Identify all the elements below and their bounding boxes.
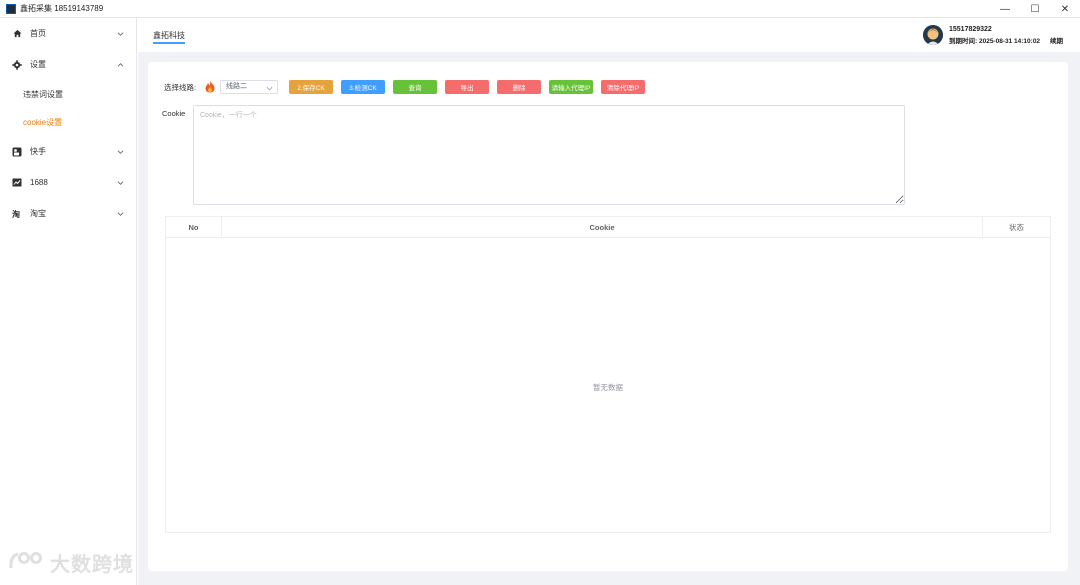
- line-select[interactable]: 线路二: [220, 80, 278, 94]
- window-controls: — ☐ ✕: [990, 0, 1080, 18]
- window-titlebar: 鑫拓采集 18519143789 — ☐ ✕: [0, 0, 1080, 18]
- chevron-down-icon: [117, 29, 124, 38]
- top-header: 鑫拓科技 15517829322 到期时间: 2025-08-31 14:10:…: [138, 18, 1080, 52]
- save-ck-button[interactable]: 2.保存CK: [289, 80, 333, 94]
- sidebar-subitem-cookie-settings[interactable]: cookie设置: [0, 108, 136, 136]
- query-button[interactable]: 查询: [393, 80, 437, 94]
- line-select-label: 选择线路:: [164, 83, 197, 92]
- input-proxy-ip-button[interactable]: 请输入代理IP: [549, 80, 593, 94]
- table-empty-text: 暂无数据: [593, 383, 623, 392]
- column-header-cookie: Cookie: [222, 217, 983, 238]
- chevron-down-icon: [117, 209, 124, 218]
- cookie-settings-card: 选择线路: 线路二 2.保存CK 3.检测CK 查询 导出 删除 请输入代理IP…: [148, 62, 1068, 571]
- expire-time: 到期时间: 2025-08-31 14:10:02: [949, 38, 1041, 45]
- avatar[interactable]: [923, 25, 943, 45]
- taobao-icon: 淘: [11, 210, 23, 218]
- home-icon: [11, 29, 23, 38]
- minimize-button[interactable]: —: [990, 0, 1020, 18]
- column-header-no: No: [166, 217, 222, 238]
- chevron-down-icon: [266, 84, 273, 96]
- main-area: 选择线路: 线路二 2.保存CK 3.检测CK 查询 导出 删除 请输入代理IP…: [138, 52, 1080, 585]
- window-title: 鑫拓采集 18519143789: [20, 4, 104, 13]
- maximize-button[interactable]: ☐: [1020, 0, 1050, 18]
- sidebar-item-taobao[interactable]: 淘 淘宝: [0, 198, 136, 229]
- close-button[interactable]: ✕: [1050, 0, 1080, 18]
- app-logo-icon: [6, 3, 16, 14]
- chevron-up-icon: [117, 60, 124, 69]
- clear-proxy-ip-button[interactable]: 清除代理IP: [601, 80, 645, 94]
- watermark-text: 大数跨境: [50, 554, 134, 576]
- cookie-textarea[interactable]: [193, 105, 905, 205]
- renew-link[interactable]: 续期: [1050, 35, 1063, 45]
- sidebar-item-label: 首页: [30, 29, 46, 38]
- watermark: 大数跨境: [8, 548, 134, 577]
- sidebar-item-label: 快手: [30, 147, 46, 156]
- delete-button[interactable]: 删除: [497, 80, 541, 94]
- table-header: No Cookie 状态: [166, 217, 1050, 238]
- user-phone: 15517829322: [949, 26, 992, 33]
- fire-icon: [205, 80, 215, 98]
- export-button[interactable]: 导出: [445, 80, 489, 94]
- sidebar-subitem-banned-words[interactable]: 违禁词设置: [0, 80, 136, 108]
- sidebar-item-label: 淘宝: [30, 209, 46, 218]
- tab-brand[interactable]: 鑫拓科技: [153, 30, 185, 41]
- column-header-status: 状态: [1009, 223, 1024, 232]
- active-tab-indicator: [153, 42, 185, 44]
- sidebar-item-home[interactable]: 首页: [0, 18, 136, 49]
- sidebar-item-label: 设置: [30, 60, 46, 69]
- sidebar-item-label: 1688: [30, 178, 48, 187]
- chevron-down-icon: [117, 147, 124, 156]
- sidebar-item-kuaishou[interactable]: 快手: [0, 136, 136, 167]
- line-select-value: 线路二: [226, 83, 247, 90]
- gear-icon: [11, 59, 23, 70]
- svg-text:淘: 淘: [12, 210, 20, 218]
- check-ck-button[interactable]: 3.检测CK: [341, 80, 385, 94]
- chevron-down-icon: [117, 178, 124, 187]
- watermark-logo-icon: [9, 551, 42, 568]
- toolbar: 选择线路: 线路二 2.保存CK 3.检测CK 查询 导出 删除 请输入代理IP…: [164, 80, 1044, 94]
- sidebar-item-settings[interactable]: 设置: [0, 49, 136, 80]
- cookie-label: Cookie: [162, 109, 186, 118]
- chart-icon: [11, 178, 23, 187]
- sidebar-item-1688[interactable]: 1688: [0, 167, 136, 198]
- sidebar: 首页 设置 违禁词设置 cookie设置 快手 1688 淘 淘宝: [0, 18, 137, 585]
- cookie-table: No Cookie 状态 暂无数据: [165, 216, 1051, 533]
- kuaishou-icon: [11, 147, 23, 157]
